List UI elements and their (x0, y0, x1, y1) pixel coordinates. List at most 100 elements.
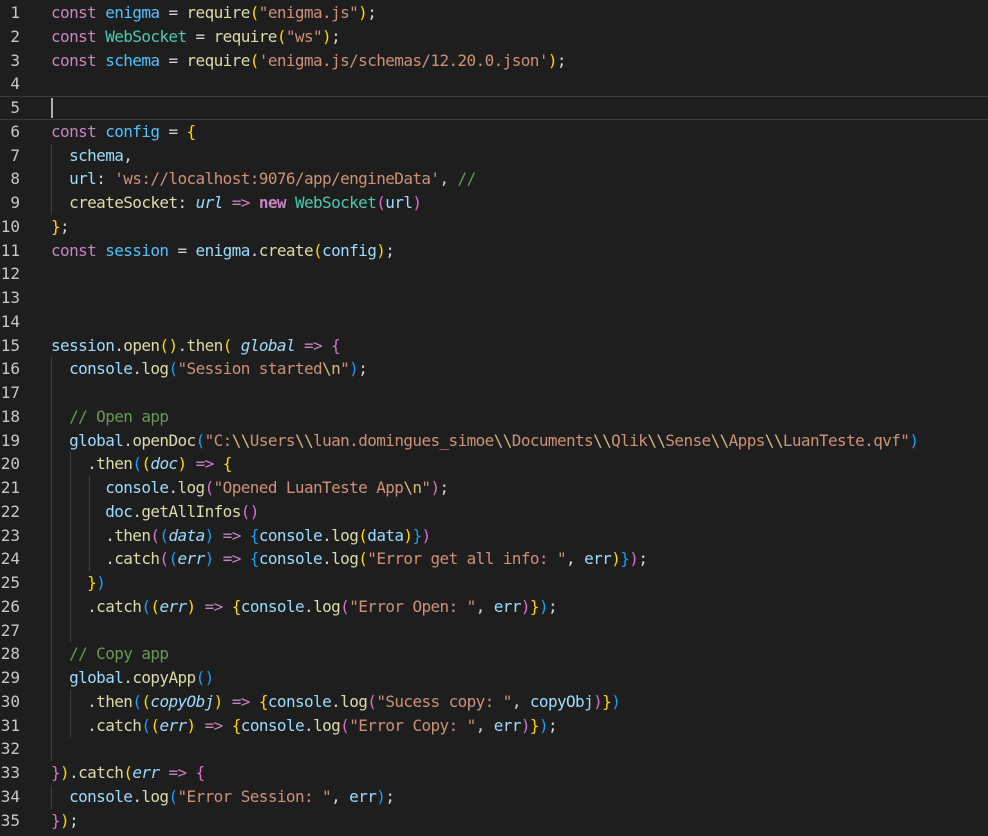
line-number: 13 (0, 288, 20, 307)
code-line[interactable]: 11 const session = enigma.create(config); (0, 239, 988, 263)
code-line[interactable]: 22 doc.getAllInfos() (0, 500, 988, 524)
line-code[interactable]: .then((data) => {console.log(data)}) (51, 524, 431, 548)
code-line[interactable]: 16 console.log("Session started\n"); (0, 357, 988, 381)
code-token: const (51, 26, 106, 46)
line-code[interactable]: global.copyApp() (51, 666, 214, 690)
code-line[interactable]: 29 global.copyApp() (0, 666, 988, 690)
line-code[interactable]: const config = { (51, 120, 196, 144)
code-token: () (159, 335, 178, 355)
line-number: 11 (0, 240, 20, 260)
code-token: "Sucess copy: " (376, 691, 512, 711)
code-line[interactable]: 30 .then((copyObj) => {console.log("Suce… (0, 690, 988, 714)
line-code[interactable]: }).catch(err => { (51, 761, 205, 785)
code-token: const (51, 3, 106, 22)
line-code[interactable]: .then((doc) => { (51, 452, 232, 476)
code-line[interactable]: 28 // Copy app (0, 642, 988, 666)
code-line[interactable]: 7 schema, (0, 144, 988, 168)
line-code[interactable]: .catch((err) => {console.log("Error Copy… (51, 714, 558, 738)
code-token: err (132, 763, 160, 782)
line-code[interactable]: const session = enigma.create(config); (51, 239, 395, 263)
code-token: => (222, 193, 259, 212)
code-token: ) (204, 549, 215, 569)
line-code[interactable]: console.log("Session started\n"); (51, 357, 368, 381)
line-code[interactable]: console.log("Opened LuanTeste App\n"); (51, 476, 449, 500)
code-token: . (51, 691, 97, 711)
code-line[interactable]: 23 .then((data) => {console.log(data)}) (0, 524, 988, 548)
code-token: err (349, 786, 377, 806)
code-token: Apps (728, 430, 766, 450)
code-token: log (340, 691, 368, 711)
code-line[interactable]: 8 url: 'ws://localhost:9076/app/engineDa… (0, 167, 988, 191)
line-code[interactable]: }) (51, 571, 106, 595)
code-token: ) (547, 50, 558, 70)
line-code[interactable]: // Open app (51, 405, 169, 429)
code-token: ) (376, 240, 386, 260)
code-line[interactable]: 25 }) (0, 571, 988, 595)
line-code[interactable]: console.log("Error Session: ", err); (51, 785, 395, 809)
code-line[interactable]: 33}).catch(err => { (0, 761, 988, 785)
code-token: . (132, 359, 142, 379)
code-line[interactable]: 3 const schema = require('enigma.js/schem… (0, 49, 988, 73)
code-token: ( (168, 359, 178, 379)
code-token: . (304, 715, 314, 735)
code-line[interactable]: 20 .then((doc) => { (0, 452, 988, 476)
code-line[interactable]: 24 .catch((err) => {console.log("Error g… (0, 547, 988, 571)
code-line[interactable]: 18 // Open app (0, 405, 988, 429)
code-line[interactable]: 19 global.openDoc("C:\\Users\\luan.domin… (0, 429, 988, 453)
code-line[interactable]: 13 (0, 286, 988, 310)
code-token: Users (249, 430, 296, 450)
code-line[interactable]: 26 .catch((err) => {console.log("Error O… (0, 595, 988, 619)
line-code[interactable]: doc.getAllInfos() (51, 500, 259, 524)
code-line[interactable]: 5 (0, 96, 988, 120)
line-code[interactable]: .catch((err) => {console.log("Error get … (51, 547, 648, 571)
line-code[interactable]: // Copy app (51, 642, 169, 666)
line-number: 34 (0, 786, 20, 806)
line-code[interactable]: }; (51, 215, 70, 239)
line-code[interactable]: const WebSocket = require("ws"); (51, 25, 341, 49)
code-token: "Error Copy: " (349, 715, 476, 735)
code-token: \\ (493, 430, 513, 450)
code-token: () (240, 501, 260, 521)
code-line[interactable]: 15 session.open().then( global => { (0, 334, 988, 358)
line-code[interactable]: .then((copyObj) => {console.log("Sucess … (51, 690, 621, 714)
code-token: { (249, 549, 260, 569)
line-number: 32 (0, 739, 20, 759)
code-line[interactable]: 34 console.log("Error Session: ", err); (0, 785, 988, 809)
code-line[interactable]: 27 (0, 619, 988, 643)
code-line[interactable]: 2 const WebSocket = require("ws"); (0, 25, 988, 49)
line-code[interactable]: const enigma = require("enigma.js"); (51, 1, 377, 25)
code-line[interactable]: 32 (0, 737, 988, 761)
line-number: 35 (0, 810, 20, 830)
code-line[interactable]: 1 const enigma = require("enigma.js"); (0, 1, 988, 25)
code-token: url (195, 193, 224, 212)
code-line[interactable]: 10}; (0, 215, 988, 239)
code-line[interactable]: 12 (0, 262, 988, 286)
line-code[interactable]: .catch((err) => {console.log("Error Open… (51, 595, 558, 619)
code-editor[interactable]: 1 const enigma = require("enigma.js"); 2 co… (0, 0, 988, 836)
line-code[interactable]: createSocket: url => new WebSocket(url) (51, 191, 422, 215)
line-code[interactable]: }); (51, 809, 79, 833)
code-line[interactable]: 31 .catch((err) => {console.log("Error C… (0, 714, 988, 738)
line-code[interactable]: const schema = require('enigma.js/schema… (51, 49, 567, 73)
line-code[interactable]: schema, (51, 144, 133, 168)
code-token: // (457, 169, 477, 189)
line-code[interactable]: session.open().then( global => { (51, 334, 341, 358)
line-code[interactable]: url: 'ws://localhost:9076/app/engineData… (51, 167, 476, 191)
code-token: global (69, 668, 124, 687)
code-token: { (258, 691, 269, 711)
code-line[interactable]: 21 console.log("Opened LuanTeste App\n")… (0, 476, 988, 500)
code-line[interactable]: 9 createSocket: url => new WebSocket(url… (0, 191, 988, 215)
code-line[interactable]: 14 (0, 310, 988, 334)
code-line[interactable]: 35}); (0, 809, 988, 833)
code-token: { (249, 525, 260, 545)
code-token: const (51, 240, 106, 260)
code-token: } (602, 691, 612, 711)
line-code[interactable]: global.openDoc("C:\\Users\\luan.domingue… (51, 429, 919, 453)
code-token: ) (349, 359, 359, 379)
code-line[interactable]: 6 const config = { (0, 120, 988, 144)
code-line[interactable]: 17 (0, 381, 988, 405)
code-line[interactable]: 4 (0, 72, 988, 96)
